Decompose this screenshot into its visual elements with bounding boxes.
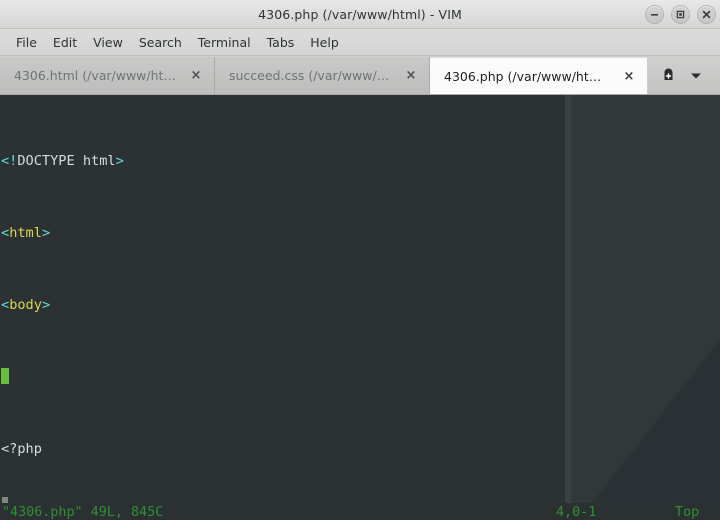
new-tab-button[interactable] <box>660 67 677 84</box>
terminal-pane[interactable]: <!DOCTYPE html> <html> <body> <?php $una… <box>0 95 720 520</box>
tab-bar-actions <box>648 57 720 94</box>
menu-item-view[interactable]: View <box>85 32 131 53</box>
menu-item-edit[interactable]: Edit <box>45 32 85 53</box>
window-title: 4306.php (/var/www/html) - VIM <box>258 6 462 22</box>
tab-succeed-css[interactable]: succeed.css (/var/www/… × <box>215 57 430 94</box>
vim-buffer[interactable]: <!DOCTYPE html> <html> <body> <?php $una… <box>0 95 720 520</box>
window-controls <box>645 0 716 28</box>
status-scroll-location: Top <box>675 505 700 520</box>
menu-bar: File Edit View Search Terminal Tabs Help <box>0 29 720 56</box>
tab-close-icon[interactable]: × <box>403 68 419 84</box>
vim-terminal-window: 4306.php (/var/www/html) - VIM File Edit… <box>0 0 720 520</box>
menu-item-search[interactable]: Search <box>131 32 190 53</box>
menu-item-help[interactable]: Help <box>302 32 347 53</box>
tab-4306-html[interactable]: 4306.html (/var/www/ht… × <box>0 57 215 94</box>
minimize-button[interactable] <box>645 4 664 24</box>
tab-4306-php[interactable]: 4306.php (/var/www/ht… × <box>430 57 648 94</box>
code-line-5: <?php <box>1 441 42 457</box>
tab-label: 4306.html (/var/www/ht… <box>14 68 176 83</box>
tab-list-button[interactable] <box>689 69 703 83</box>
title-bar: 4306.php (/var/www/html) - VIM <box>0 0 720 29</box>
tab-bar: 4306.html (/var/www/ht… × succeed.css (/… <box>0 56 720 95</box>
tab-label: 4306.php (/var/www/ht… <box>444 68 602 84</box>
chevron-down-icon <box>691 73 701 78</box>
code-line-3: <body> <box>1 297 51 313</box>
tab-close-icon[interactable]: × <box>188 68 204 84</box>
close-button[interactable] <box>697 4 716 24</box>
maximize-button[interactable] <box>671 4 690 24</box>
status-cursor-position: 4,0-1 <box>556 505 597 520</box>
vim-cursor <box>1 368 10 384</box>
menu-item-terminal[interactable]: Terminal <box>190 32 259 53</box>
new-tab-icon <box>664 68 673 80</box>
code-line-1: <!DOCTYPE html> <box>1 153 124 169</box>
close-icon <box>702 10 711 18</box>
code-line-2: <html> <box>1 225 51 241</box>
minimize-icon <box>651 13 658 16</box>
vim-status-line: "4306.php" 49L, 845C 4,0-1 Top <box>0 497 720 520</box>
menu-item-tabs[interactable]: Tabs <box>259 32 303 53</box>
code-line-4-cursor <box>1 368 720 386</box>
maximize-icon <box>676 10 685 18</box>
tab-close-icon[interactable]: × <box>621 68 637 84</box>
tab-label: succeed.css (/var/www/… <box>229 68 390 83</box>
status-file-info: "4306.php" 49L, 845C <box>2 505 164 520</box>
menu-item-file[interactable]: File <box>8 32 45 53</box>
